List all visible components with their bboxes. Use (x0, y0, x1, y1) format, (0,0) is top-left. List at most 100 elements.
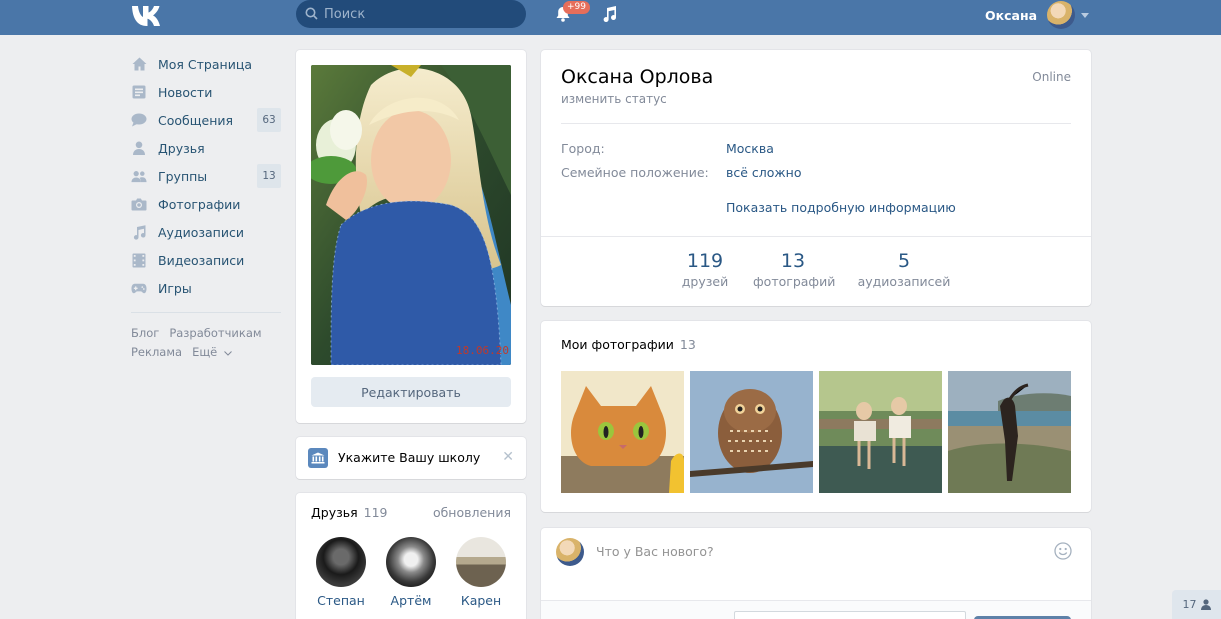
sidebar-item-label: Группы (158, 168, 208, 184)
home-icon (131, 56, 147, 72)
music-icon (131, 224, 147, 240)
person-icon (1200, 599, 1211, 610)
friend-name: Карен (460, 593, 502, 608)
sidebar-item-label: Фотографии (158, 196, 241, 212)
change-status-link[interactable]: изменить статус (561, 92, 667, 106)
info-label: Город: (561, 141, 605, 156)
news-icon (131, 84, 147, 100)
music-icon[interactable] (601, 5, 619, 23)
notifications-badge: +99 (563, 1, 590, 14)
friends-icon (131, 140, 147, 156)
photos-title: Мои фотографии (561, 337, 674, 352)
footer-link-developers[interactable]: Разработчикам (169, 324, 261, 343)
sidebar-item-label: Друзья (158, 140, 205, 156)
divider (541, 236, 1091, 237)
user-menu[interactable]: Оксана (985, 0, 1090, 30)
school-prompt-text: Укажите Вашу школу (338, 450, 481, 465)
info-row-city: Город: Москва (561, 141, 774, 156)
chevron-down-icon (224, 351, 232, 356)
counter-friends[interactable]: 119 друзей (679, 250, 731, 289)
show-more-info-link[interactable]: Показать подробную информацию (726, 200, 956, 215)
profile-name: Оксана Орлова (561, 66, 714, 88)
friend-item[interactable]: Артём (381, 537, 441, 608)
photo-thumbnail[interactable] (948, 371, 1071, 493)
user-name: Оксана (985, 7, 1038, 23)
post-composer-card: Что у Вас нового? (541, 528, 1091, 619)
school-icon (308, 448, 328, 468)
chat-online-bar[interactable]: 17 (1172, 590, 1221, 619)
profile-photo-card: 18.06.20 Редактировать (296, 50, 526, 423)
photo-date-stamp: 18.06.20 (456, 344, 509, 357)
counter-value: 119 (686, 250, 724, 272)
close-icon[interactable]: ✕ (502, 449, 514, 465)
sidebar-item-my-page[interactable]: Моя Страница (131, 50, 281, 78)
divider (561, 123, 1071, 124)
friend-item[interactable]: Степан (311, 537, 371, 608)
vk-logo[interactable] (131, 4, 165, 28)
sidebar-item-label: Новости (158, 84, 213, 100)
online-friends-count: 17 (1182, 598, 1197, 611)
counter-value: 5 (897, 250, 911, 272)
photos-header[interactable]: Мои фотографии 13 (561, 337, 696, 352)
gamepad-icon (131, 280, 147, 296)
counter-caption: аудиозаписей (857, 274, 951, 289)
counter-audio[interactable]: 5 аудиозаписей (854, 250, 954, 289)
sidebar-item-audio[interactable]: Аудиозаписи (131, 218, 281, 246)
sidebar-item-photos[interactable]: Фотографии (131, 190, 281, 218)
top-header: +99 Оксана (0, 0, 1221, 35)
friends-header[interactable]: Друзья 119 (311, 505, 388, 520)
sidebar-item-label: Моя Страница (158, 56, 252, 72)
groups-icon (131, 168, 147, 184)
my-photos-card: Мои фотографии 13 (541, 321, 1091, 512)
sidebar-item-groups[interactable]: Группы 13 (131, 162, 281, 190)
photos-count: 13 (679, 337, 696, 352)
search-input[interactable] (324, 0, 519, 28)
left-menu: Моя Страница Новости Сообщения 63 Друзья… (131, 50, 281, 362)
profile-photo[interactable]: 18.06.20 (311, 65, 511, 365)
photo-thumbnail[interactable] (561, 371, 684, 493)
search-box[interactable] (296, 0, 526, 28)
footer-link-blog[interactable]: Блог (131, 324, 159, 343)
groups-count-badge: 13 (257, 164, 281, 188)
sidebar-item-friends[interactable]: Друзья (131, 134, 281, 162)
avatar (556, 538, 584, 566)
post-privacy-field[interactable] (734, 611, 966, 619)
online-status: Online (1032, 70, 1071, 84)
sidebar-item-news[interactable]: Новости (131, 78, 281, 106)
video-icon (131, 252, 147, 268)
avatar (386, 537, 436, 587)
counter-photos[interactable]: 13 фотографий (753, 250, 836, 289)
city-link[interactable]: Москва (726, 141, 774, 156)
counter-caption: фотографий (753, 274, 836, 289)
messages-count-badge: 63 (257, 108, 281, 132)
friends-title: Друзья (311, 505, 358, 520)
friend-item[interactable]: Карен (451, 537, 511, 608)
photo-thumbnail[interactable] (690, 371, 813, 493)
sidebar-item-video[interactable]: Видеозаписи (131, 246, 281, 274)
info-row-family: Семейное положение: всё сложно (561, 165, 802, 180)
friends-card: Друзья 119 обновления Степан Артём Карен (296, 493, 526, 619)
friend-name: Степан (317, 593, 365, 608)
footer-link-more[interactable]: Ещё (192, 343, 232, 362)
friends-count: 119 (363, 505, 388, 520)
counter-caption: друзей (681, 274, 729, 289)
photo-thumbnail[interactable] (819, 371, 942, 493)
friends-updates-link[interactable]: обновления (433, 505, 511, 520)
edit-profile-button[interactable]: Редактировать (311, 377, 511, 407)
sidebar-item-label: Видеозаписи (158, 252, 245, 268)
smile-icon[interactable] (1054, 542, 1072, 560)
sidebar-item-messages[interactable]: Сообщения 63 (131, 106, 281, 134)
messages-icon (131, 112, 147, 128)
post-input[interactable]: Что у Вас нового? (596, 544, 714, 559)
sidebar-item-label: Аудиозаписи (158, 224, 244, 240)
footer-link-more-label: Ещё (192, 345, 218, 359)
footer-link-ads[interactable]: Реклама (131, 343, 182, 362)
school-prompt-card[interactable]: Укажите Вашу школу ✕ (296, 437, 526, 479)
avatar (1047, 1, 1076, 29)
family-status-link[interactable]: всё сложно (726, 165, 802, 180)
menu-divider (131, 312, 281, 313)
chevron-down-icon (1081, 12, 1090, 18)
camera-icon (131, 196, 147, 212)
info-label: Семейное положение: (561, 165, 709, 180)
sidebar-item-games[interactable]: Игры (131, 274, 281, 302)
